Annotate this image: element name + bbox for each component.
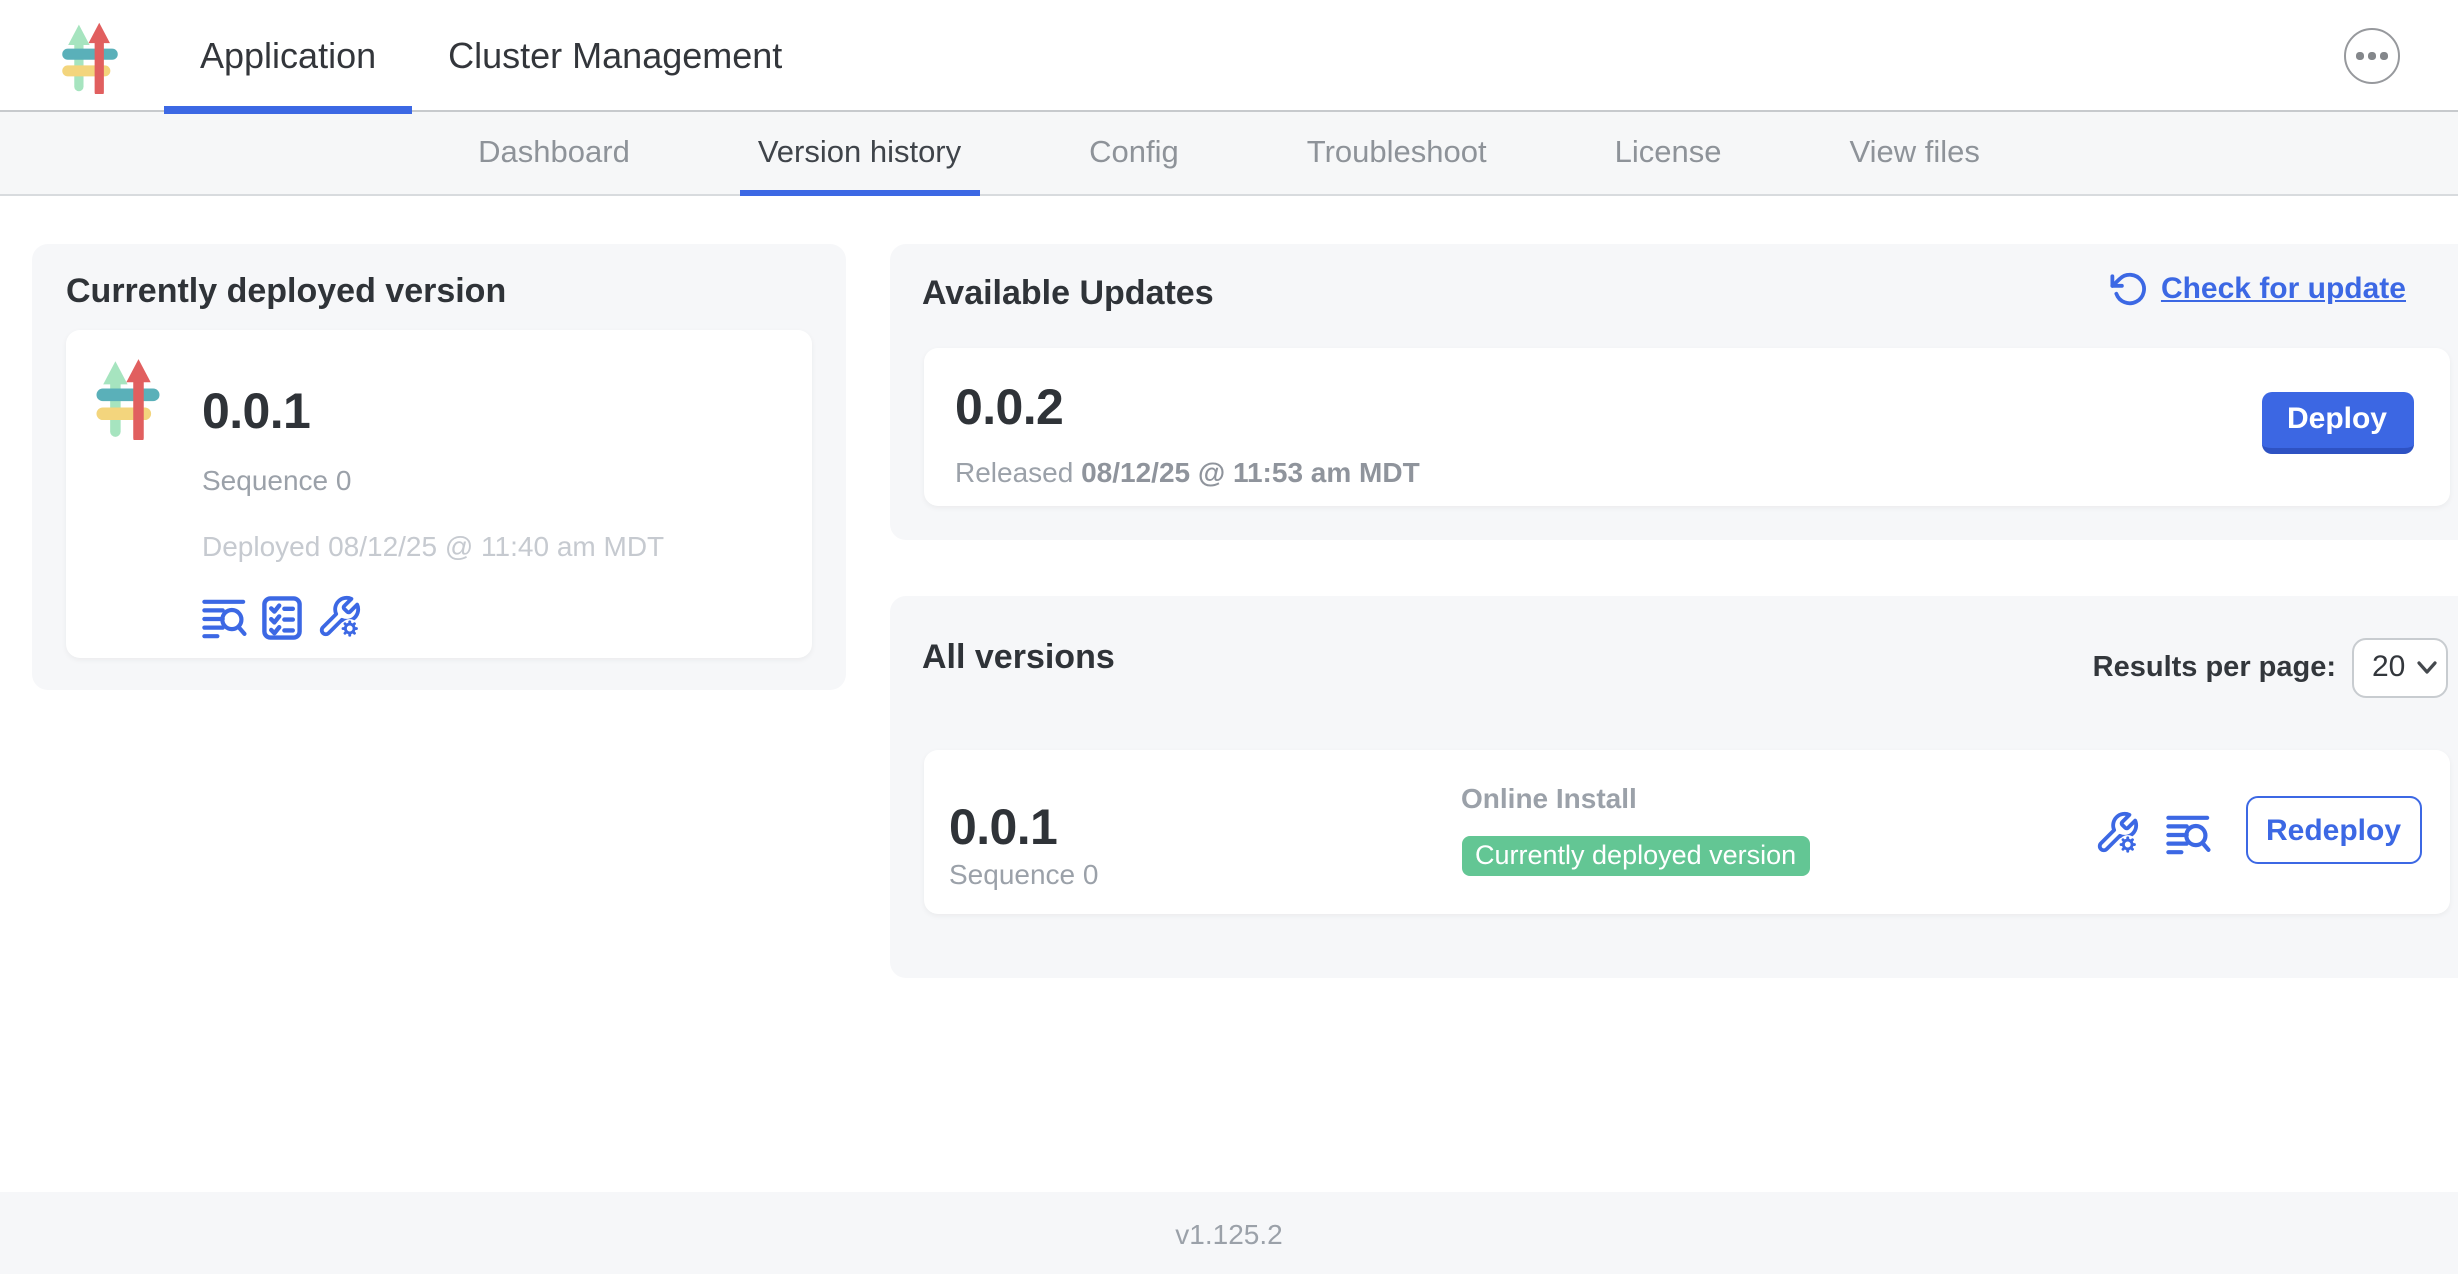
update-row: 0.0.2 Released 08/12/25 @ 11:53 am MDT D… bbox=[923, 347, 2450, 505]
app-logo-icon bbox=[94, 355, 162, 439]
deployed-version-number: 0.0.1 bbox=[202, 383, 310, 439]
app-subnav: Dashboard Version history Config Trouble… bbox=[0, 112, 2458, 196]
deployed-timestamp: Deployed 08/12/25 @ 11:40 am MDT bbox=[202, 530, 664, 564]
tab-application[interactable]: Application bbox=[164, 0, 412, 112]
subnav-tab-dashboard[interactable]: Dashboard bbox=[460, 112, 648, 194]
deploy-logs-icon[interactable] bbox=[2165, 814, 2211, 856]
all-versions-title: All versions bbox=[922, 637, 1115, 677]
currently-deployed-title: Currently deployed version bbox=[66, 272, 506, 312]
results-per-page: Results per page: 20 bbox=[2093, 637, 2448, 698]
check-for-update-label: Check for update bbox=[2161, 272, 2406, 306]
tab-application-label: Application bbox=[200, 35, 376, 77]
deployed-version-panel: 0.0.1 Sequence 0 Deployed 08/12/25 @ 11:… bbox=[66, 329, 812, 658]
edit-config-icon[interactable] bbox=[316, 593, 362, 639]
tab-cluster-management-label: Cluster Management bbox=[448, 35, 782, 77]
row-install-type: Online Install bbox=[1461, 782, 1637, 816]
app-logo-icon bbox=[60, 20, 120, 94]
currently-deployed-card: Currently deployed version 0.0.1 Sequenc… bbox=[31, 244, 846, 690]
edit-config-icon[interactable] bbox=[2093, 810, 2139, 856]
results-per-page-select[interactable]: 20 bbox=[2352, 637, 2448, 698]
tab-cluster-management[interactable]: Cluster Management bbox=[412, 0, 818, 112]
results-per-page-label: Results per page: bbox=[2093, 652, 2336, 684]
page-footer: v1.125.2 bbox=[0, 1192, 2458, 1274]
ellipsis-icon bbox=[2357, 53, 2364, 60]
subnav-tab-view-files[interactable]: View files bbox=[1831, 112, 1997, 194]
console-version: v1.125.2 bbox=[1175, 1218, 1282, 1250]
deployed-sequence: Sequence 0 bbox=[202, 463, 351, 497]
overflow-menu-button[interactable] bbox=[2344, 28, 2400, 84]
subnav-tab-config[interactable]: Config bbox=[1071, 112, 1197, 194]
check-for-update-link[interactable]: Check for update bbox=[2111, 270, 2406, 308]
available-updates-card: Available Updates Check for update 0.0.2… bbox=[890, 244, 2458, 539]
deploy-logs-icon[interactable] bbox=[202, 597, 248, 639]
top-header: Application Cluster Management bbox=[0, 0, 2458, 112]
version-row: 0.0.1 Sequence 0 Online Install Currentl… bbox=[923, 750, 2450, 914]
deploy-button[interactable]: Deploy bbox=[2261, 391, 2413, 453]
redeploy-button[interactable]: Redeploy bbox=[2245, 796, 2422, 864]
subnav-tab-troubleshoot[interactable]: Troubleshoot bbox=[1289, 112, 1505, 194]
row-version-number: 0.0.1 bbox=[949, 800, 1057, 856]
available-updates-title: Available Updates bbox=[922, 274, 1214, 314]
subnav-tab-license[interactable]: License bbox=[1597, 112, 1740, 194]
kots-admin-console: Application Cluster Management Dashboard… bbox=[0, 0, 2458, 1274]
preflight-checks-icon[interactable] bbox=[262, 595, 302, 639]
refresh-icon bbox=[2111, 270, 2149, 308]
row-sequence: Sequence 0 bbox=[949, 858, 1098, 892]
subnav-tab-version-history[interactable]: Version history bbox=[740, 112, 979, 194]
currently-deployed-badge: Currently deployed version bbox=[1461, 836, 1810, 875]
all-versions-card: All versions Results per page: 20 0.0.1 … bbox=[890, 595, 2458, 978]
update-released-timestamp: Released 08/12/25 @ 11:53 am MDT bbox=[955, 455, 1420, 489]
header-tabs: Application Cluster Management bbox=[164, 0, 818, 112]
update-version-number: 0.0.2 bbox=[955, 379, 1063, 435]
